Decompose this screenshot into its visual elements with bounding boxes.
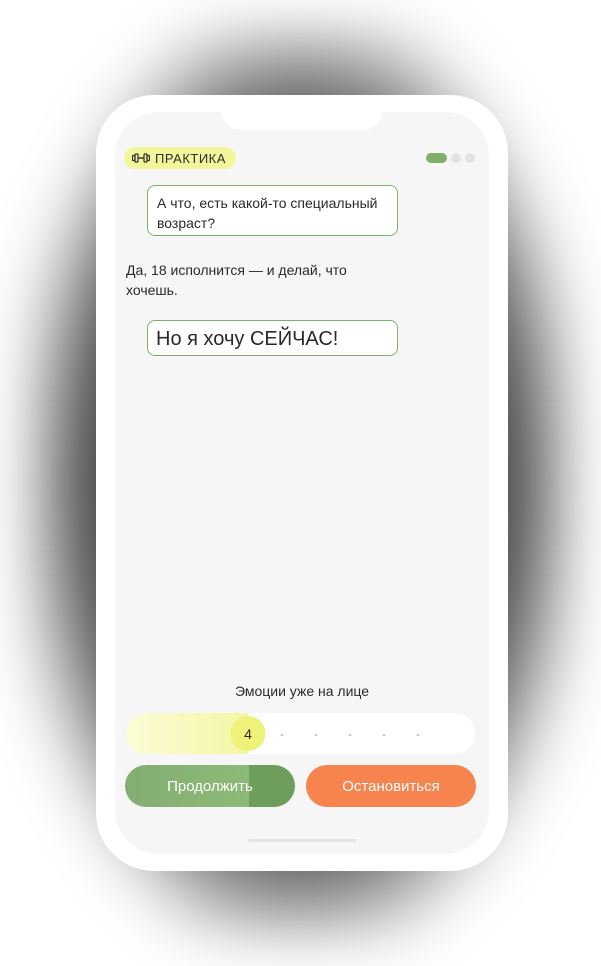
progress-dot	[451, 153, 461, 163]
progress-dot-active	[426, 153, 447, 163]
emotion-slider-tick: -	[348, 727, 352, 741]
emotion-slider-tick: -	[382, 727, 386, 741]
practice-badge: ПРАКТИКА	[124, 147, 236, 169]
progress-dots	[426, 153, 475, 163]
progress-dot	[465, 153, 475, 163]
emotion-slider-tick: -	[280, 727, 284, 741]
chat-message-user: Но я хочу СЕЙЧАС!	[147, 320, 398, 356]
practice-badge-label: ПРАКТИКА	[155, 150, 226, 166]
dumbbell-icon	[132, 153, 150, 163]
chat-message-reply: Да, 18 исполнится — и делай, что хочешь.	[126, 262, 347, 298]
emotion-scale-label: Эмоции уже на лице	[234, 683, 370, 699]
stop-button[interactable]: Остановиться	[306, 765, 476, 807]
emotion-slider-ticks: -----	[126, 713, 475, 754]
phone-notch	[221, 112, 383, 130]
app-screen: ПРАКТИКА А что, есть какой-то специальны…	[115, 112, 489, 854]
emotion-slider-tick: -	[314, 727, 318, 741]
emotion-slider-knob[interactable]: 4	[230, 716, 266, 751]
canvas: ПРАКТИКА А что, есть какой-то специальны…	[0, 0, 601, 966]
continue-button[interactable]: Продолжить	[125, 765, 295, 807]
chat-message-user: А что, есть какой-то специальный возраст…	[147, 185, 398, 236]
emotion-slider-tick: -	[416, 727, 420, 741]
home-indicator	[248, 839, 356, 842]
emotion-slider[interactable]: - - - - - 4	[126, 713, 475, 754]
